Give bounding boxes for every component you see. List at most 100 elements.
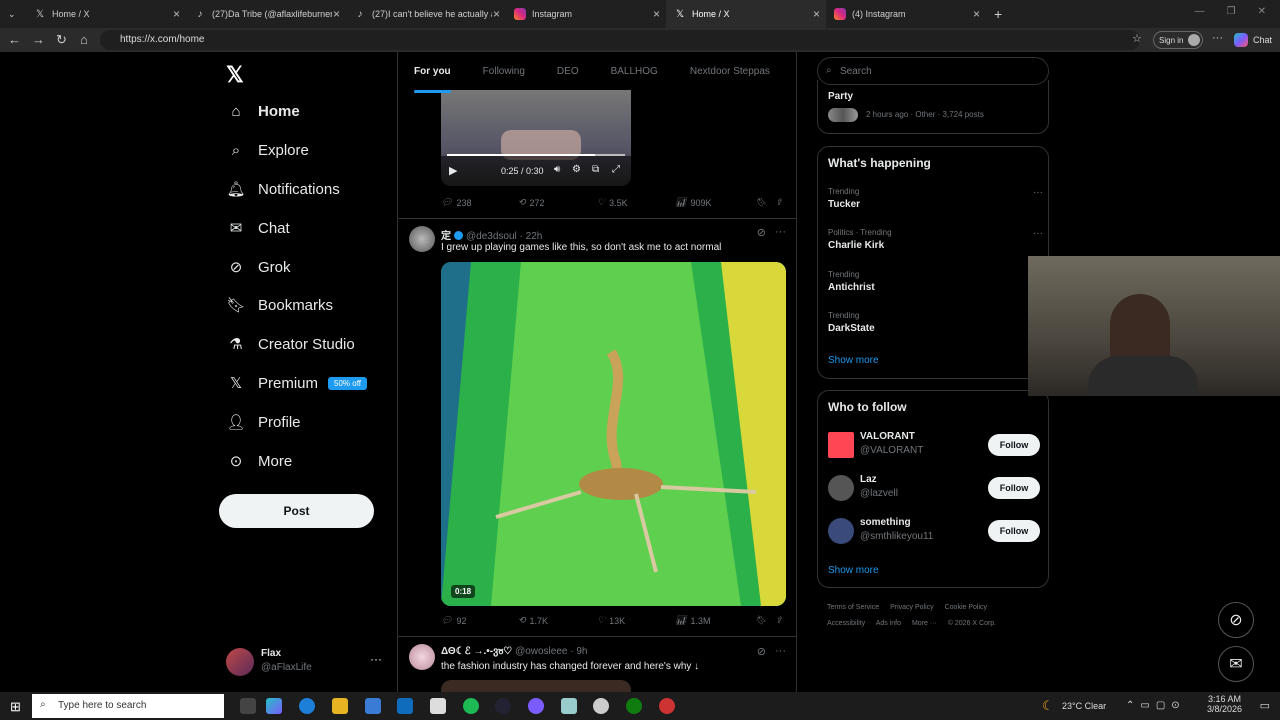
show-more-link[interactable]: Show more [828, 565, 879, 576]
nav-home[interactable]: ⌂ Home [226, 98, 386, 124]
close-icon[interactable]: × [653, 7, 660, 21]
footer-link[interactable]: Terms of Service [827, 604, 879, 611]
spotify-icon[interactable] [463, 698, 479, 714]
follow-suggestion[interactable]: something @smthlikeyou11 Follow [828, 515, 1040, 547]
maximize-icon[interactable]: ❐ [1227, 6, 1236, 17]
browser-tab[interactable]: ♪(27)Da Tribe (@aflaxlifeburner)'s v× [186, 0, 346, 28]
grok-icon[interactable]: ⊘ [757, 645, 766, 658]
reply-button[interactable]: 💬︎ 92 [441, 615, 518, 626]
tab-deo[interactable]: DEO [541, 52, 595, 90]
post-button[interactable]: Post [219, 494, 374, 528]
tweet-time[interactable]: · 9h [570, 646, 587, 657]
notification-icon[interactable]: ▭ [1260, 699, 1270, 712]
close-icon[interactable]: × [973, 7, 980, 21]
new-tab-button[interactable]: + [986, 0, 1016, 28]
tab-for-you[interactable]: For you [398, 52, 467, 93]
tray-icons[interactable]: ⌃▭▢⊙ [1126, 700, 1186, 711]
follow-suggestion[interactable]: VALORANT @VALORANT Follow [828, 429, 1040, 461]
author-handle[interactable]: @owosleee [515, 646, 567, 657]
back-icon[interactable]: ← [8, 32, 21, 47]
browser-tab[interactable]: (4) Instagram × [826, 0, 986, 28]
more-icon[interactable]: ··· [775, 226, 786, 238]
video-progress-bar[interactable] [447, 154, 625, 156]
trend-item[interactable]: Trending Tucker ··· [828, 187, 1043, 210]
home-icon[interactable]: ⌂ [80, 32, 88, 47]
show-more-link[interactable]: Show more [828, 355, 879, 366]
taskbar-search-input[interactable]: ⌕ Type here to search [32, 694, 224, 718]
tab-nextdoor-steppas[interactable]: Nextdoor Steppas [674, 52, 786, 90]
author-name[interactable]: ΔΘ☾ℰ →.•-ვჾ♡ [441, 646, 512, 657]
copilot-icon[interactable] [1234, 33, 1248, 47]
url-field[interactable]: https://x.com/home [100, 30, 1140, 50]
repost-button[interactable]: ⟲ 272 [518, 197, 597, 208]
weather-text[interactable]: 23°C Clear [1062, 701, 1106, 711]
clock[interactable]: 3:16 AM 3/8/2026 [1207, 694, 1242, 714]
edge-icon[interactable] [299, 698, 315, 714]
views-button[interactable]: 📊︎ 909K [675, 197, 755, 208]
outlook-icon[interactable] [397, 698, 413, 714]
share-button[interactable]: ⇪ [775, 615, 783, 626]
tab-ballhog[interactable]: BALLHOG [595, 52, 674, 90]
sign-in-button[interactable]: Sign in [1153, 31, 1203, 49]
footer-link[interactable]: Accessibility [827, 620, 865, 627]
notepad-icon[interactable] [430, 698, 446, 714]
volume-icon[interactable]: 🔊︎ [554, 164, 560, 175]
more-icon[interactable]: ··· [370, 652, 382, 666]
messages-fab[interactable]: ✉ [1218, 646, 1254, 682]
nav-explore[interactable]: ⌕ Explore [226, 137, 386, 163]
pip-icon[interactable]: ⧉ [592, 164, 599, 175]
footer-link[interactable]: Cookie Policy [945, 604, 987, 611]
bookmark-button[interactable]: 🔖︎ [755, 615, 775, 626]
footer-link[interactable]: Ads info [876, 620, 901, 627]
app-icon[interactable] [495, 698, 511, 714]
star-icon[interactable]: ☆ [1132, 32, 1142, 45]
more-icon[interactable]: ··· [775, 645, 786, 657]
nav-bookmarks[interactable]: 🔖︎ Bookmarks [226, 292, 386, 318]
nav-profile[interactable]: 👤︎ Profile [226, 409, 386, 435]
browser-tab-active[interactable]: 𝕏 Home / X × [666, 0, 826, 28]
close-icon[interactable]: × [173, 7, 180, 21]
bookmark-button[interactable]: 🔖︎ [755, 197, 775, 208]
close-icon[interactable]: × [333, 7, 340, 21]
like-button[interactable]: ♡ 13K [597, 615, 675, 626]
tweet-time[interactable]: · 22h [520, 231, 543, 242]
avatar[interactable] [409, 644, 435, 670]
refresh-icon[interactable]: ↻ [56, 32, 67, 48]
app-icon[interactable] [593, 698, 609, 714]
reply-button[interactable]: 💬︎ 238 [441, 197, 518, 208]
xbox-icon[interactable] [626, 698, 642, 714]
tab-actions-button[interactable]: ⌄ [0, 0, 26, 28]
like-button[interactable]: ♡ 3.5K [597, 197, 675, 208]
browser-tab[interactable]: 𝕏 Home / X × [26, 0, 186, 28]
menu-icon[interactable]: ··· [1212, 32, 1223, 44]
discord-icon[interactable] [528, 698, 544, 714]
store-icon[interactable] [365, 698, 381, 714]
fullscreen-icon[interactable]: ⤢ [612, 164, 620, 175]
more-icon[interactable]: ··· [1033, 187, 1043, 198]
browser-tab[interactable]: ♪(27)I can't believe he actually answ× [346, 0, 506, 28]
forward-icon[interactable]: → [32, 32, 45, 47]
repost-button[interactable]: ⟲ 1.7K [518, 615, 597, 626]
tab-following[interactable]: Following [467, 52, 541, 90]
trend-item[interactable]: Trending Antichrist [828, 270, 1043, 293]
views-button[interactable]: 📊︎ 1.3M [675, 615, 755, 626]
windows-start-icon[interactable]: ⊞ [10, 699, 21, 715]
author-name[interactable]: 定 [441, 231, 451, 242]
avatar[interactable] [409, 226, 435, 252]
minimize-icon[interactable]: — [1195, 6, 1205, 17]
settings-icon[interactable]: ⚙ [572, 164, 581, 175]
nav-creator-studio[interactable]: ⚗ Creator Studio [226, 331, 386, 357]
grok-icon[interactable]: ⊘ [757, 226, 766, 239]
close-icon[interactable]: × [493, 7, 500, 21]
trend-item[interactable]: Trending DarkState [828, 311, 1043, 334]
browser-tab[interactable]: Instagram × [506, 0, 666, 28]
x-logo[interactable]: 𝕏 [226, 62, 244, 88]
follow-suggestion[interactable]: Laz @lazvell Follow [828, 472, 1040, 504]
nav-more[interactable]: ⊙ More [226, 448, 386, 474]
more-icon[interactable]: ··· [1033, 228, 1043, 239]
app-icon[interactable] [659, 698, 675, 714]
close-window-icon[interactable]: ✕ [1258, 6, 1266, 17]
follow-button[interactable]: Follow [988, 434, 1040, 456]
account-switcher[interactable]: Flax @aFlaxLife ··· [226, 648, 386, 676]
share-button[interactable]: ⇪ [775, 197, 783, 208]
